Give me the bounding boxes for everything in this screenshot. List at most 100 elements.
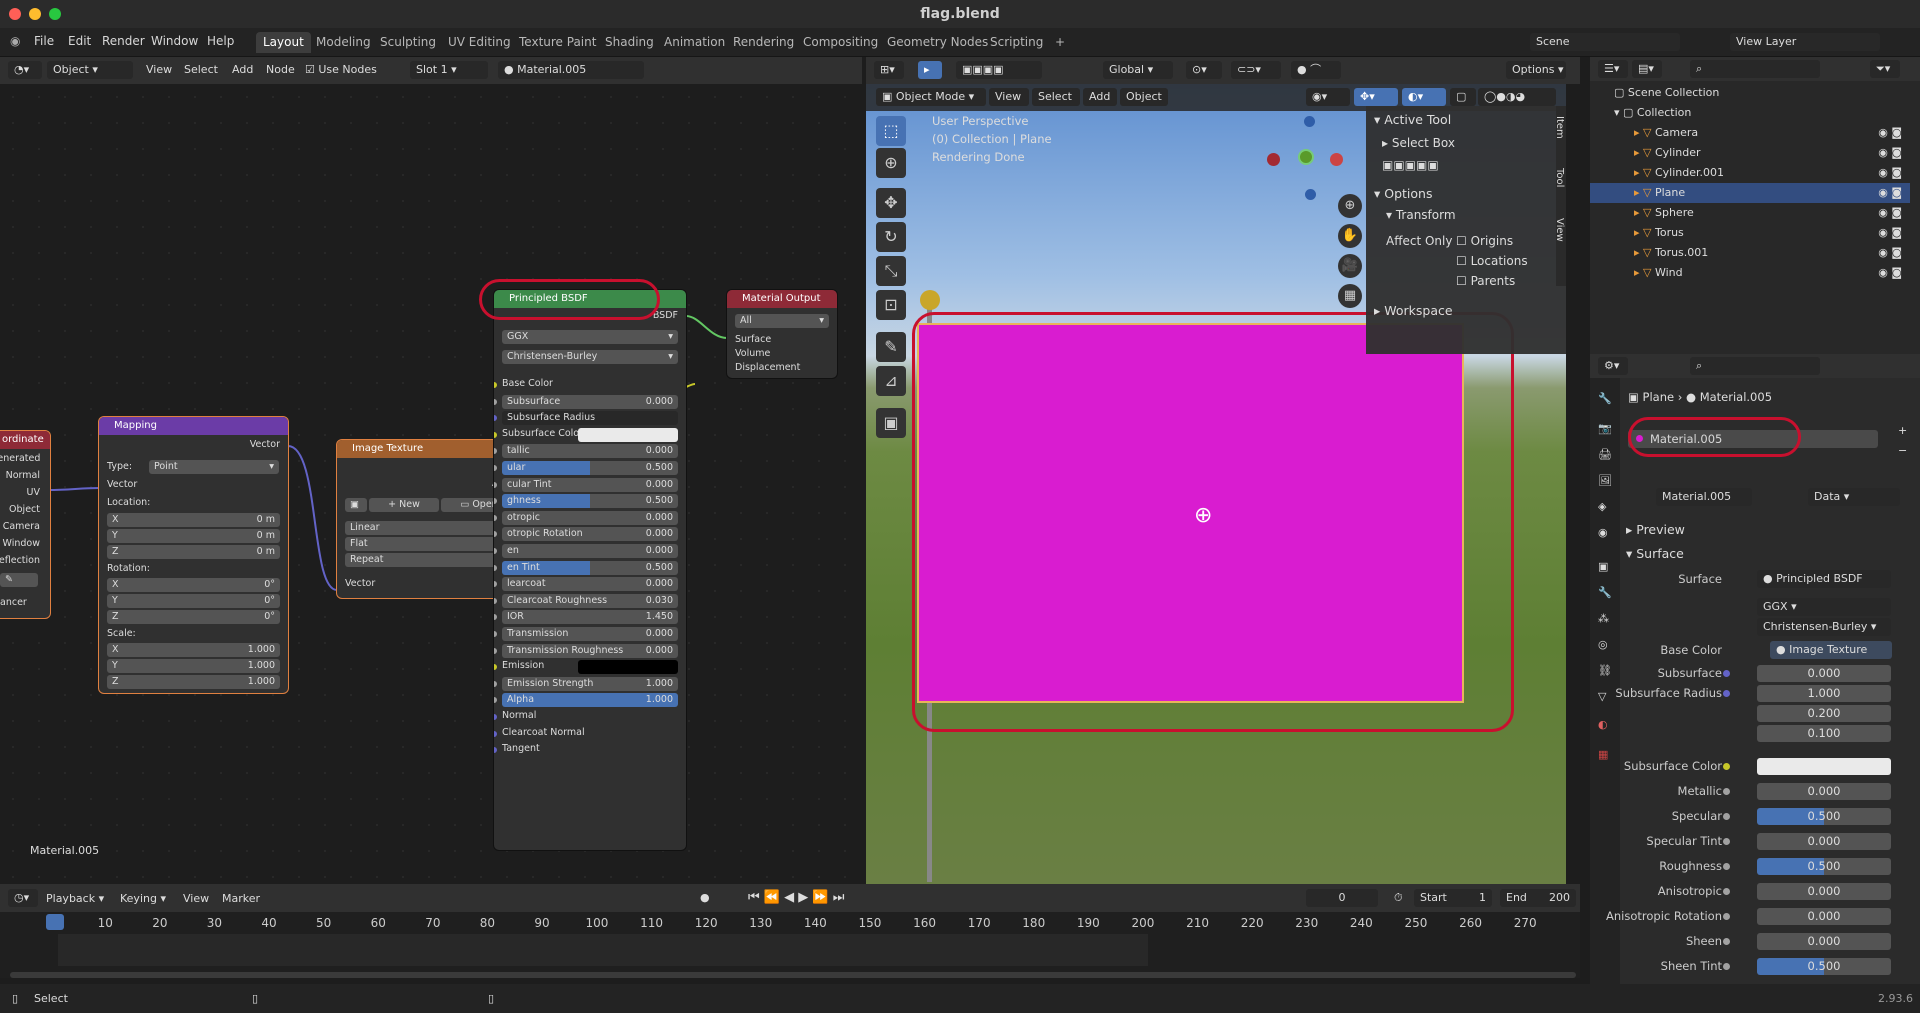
3d-viewport[interactable]: ▣ Object Mode ▾ View Select Add Object ◉… [866, 84, 1566, 884]
bsdf-row[interactable]: Subsurface 0.000 [494, 394, 686, 410]
property-field[interactable]: 1.000 [1757, 685, 1891, 702]
tab-layout[interactable]: Layout [256, 32, 311, 53]
bsdf-row[interactable]: Subsurface Radius [494, 411, 686, 426]
bsdf-row[interactable]: IOR 1.450 [494, 610, 686, 625]
scale-x[interactable]: X 1.000 [107, 643, 280, 657]
socket-icon[interactable] [494, 448, 497, 455]
socket-icon[interactable] [1723, 938, 1730, 945]
minimize-window-button[interactable] [29, 8, 41, 20]
gizmo-icon[interactable]: ✥▾ [1354, 88, 1398, 106]
world-tab-icon[interactable]: ◉ [1598, 526, 1608, 539]
distribution-dropdown[interactable]: GGX ▾ [1757, 598, 1891, 616]
annotate-tool-icon[interactable]: ✎ [876, 332, 906, 362]
bsdf-value-field[interactable]: en Tint 0.500 [502, 560, 678, 575]
physics-tab-icon[interactable]: ◎ [1598, 638, 1608, 651]
property-field[interactable]: 0.000 [1757, 883, 1891, 900]
close-window-button[interactable] [9, 8, 21, 20]
outliner-editor-type-icon[interactable]: ☰▾ [1598, 60, 1628, 78]
particles-tab-icon[interactable]: ⁂ [1598, 612, 1609, 625]
outliner-item[interactable]: ▸ ▽ Torus ◉ ◙ [1590, 223, 1910, 243]
object-mode-dropdown[interactable]: Object ▾ [47, 61, 133, 79]
vp-menu-view[interactable]: View [989, 88, 1029, 106]
bsdf-value-field[interactable]: otropic 0.000 [502, 510, 678, 525]
color-swatch[interactable] [578, 427, 678, 442]
xray-icon[interactable]: ▢ [1450, 88, 1476, 106]
shading-mode-icons[interactable]: ◯●◑◕ [1478, 88, 1556, 106]
keying-menu[interactable]: Keying ▾ [120, 892, 166, 905]
socket-icon[interactable] [1723, 838, 1730, 845]
timeline-area[interactable]: 0102030405060708090100110120130140150160… [0, 912, 1580, 978]
playback-controls[interactable]: ⏮ ⏪ ◀ ▶ ⏩ ⏭ [748, 890, 844, 905]
socket-icon[interactable] [494, 514, 497, 521]
timeline-editor-type-icon[interactable]: ◷▾ [8, 889, 38, 907]
bsdf-row[interactable]: learcoat 0.000 [494, 577, 686, 592]
visibility-toggle-icon[interactable]: ◉ ◙ [1878, 263, 1902, 283]
render-tab-icon[interactable]: 📷 [1598, 422, 1612, 435]
socket-icon[interactable] [494, 382, 497, 388]
outliner-item[interactable]: ▸ ▽ Sphere ◉ ◙ [1590, 203, 1910, 223]
property-field[interactable]: 0.000 [1757, 783, 1891, 800]
subsurface-method-dropdown[interactable]: Christensen-Burley ▾ [502, 350, 678, 364]
bsdf-value-field[interactable]: otropic Rotation 0.000 [502, 527, 678, 542]
socket-icon[interactable] [494, 398, 497, 405]
node-menu-view[interactable]: View [146, 63, 172, 76]
record-icon[interactable]: ● [700, 891, 710, 904]
bsdf-row[interactable]: Clearcoat Roughness 0.030 [494, 593, 686, 609]
bsdf-row[interactable]: Normal [494, 710, 686, 725]
tab-scripting[interactable]: Scripting [983, 32, 1050, 53]
frame-ruler[interactable]: 0102030405060708090100110120130140150160… [0, 916, 1580, 932]
filter-icon[interactable]: ⏷▾ [1870, 60, 1900, 78]
remove-slot-icon[interactable]: − [1898, 444, 1907, 457]
property-field[interactable]: 0.000 [1757, 833, 1891, 850]
socket-icon[interactable] [494, 614, 497, 621]
socket-icon[interactable] [494, 498, 497, 505]
bsdf-row[interactable]: otropic 0.000 [494, 510, 686, 526]
location-z[interactable]: Z0 m [107, 545, 280, 559]
scale-y[interactable]: Y 1.000 [107, 659, 280, 673]
select-box-tool[interactable]: ▸ Select Box [1382, 136, 1455, 150]
tab-sculpting[interactable]: Sculpting [373, 32, 443, 53]
bsdf-row[interactable]: Emission Strength 1.000 [494, 676, 686, 692]
measure-tool-icon[interactable]: ⊿ [876, 366, 906, 396]
timeline-view-menu[interactable]: View [183, 892, 209, 905]
socket-icon[interactable] [494, 465, 497, 471]
outliner-item[interactable]: ▸ ▽ Plane ◉ ◙ [1590, 183, 1910, 203]
socket-icon[interactable] [494, 481, 497, 488]
surface-shader-selector[interactable]: ● Principled BSDF [1757, 570, 1891, 588]
outliner[interactable]: ☰▾ ▤▾ ⌕ ⏷▾ ▢ Scene Collection ▾ ▢ Collec… [1590, 57, 1920, 354]
bsdf-value-field[interactable]: cular Tint 0.000 [502, 477, 678, 492]
scale-z[interactable]: Z 1.000 [107, 675, 280, 689]
end-frame-field[interactable]: End 200 [1500, 889, 1576, 907]
location-y[interactable]: Y0 m [107, 529, 280, 543]
rotation-x[interactable]: X 0° [107, 578, 280, 592]
location-x[interactable]: X0 m [107, 513, 280, 527]
bsdf-row[interactable]: Alpha 1.000 [494, 693, 686, 708]
view-layer-tab-icon[interactable]: 🖼 [1598, 474, 1612, 487]
bsdf-value-field[interactable]: tallic 0.000 [502, 444, 678, 459]
scene-collection-row[interactable]: ▢ Scene Collection [1590, 83, 1910, 103]
outliner-item[interactable]: ▸ ▽ Wind ◉ ◙ [1590, 263, 1910, 283]
ortho-grid-icon[interactable]: ▦ [1338, 284, 1362, 308]
workspace-header[interactable]: ▸ Workspace [1374, 303, 1453, 318]
material-output-node[interactable]: Material Output All ▾ Surface Volume Disp… [727, 290, 837, 378]
camera-view-icon[interactable]: 🎥 [1338, 254, 1362, 278]
visibility-toggle-icon[interactable]: ◉ ◙ [1878, 203, 1902, 223]
select-mode-icons[interactable]: ▣▣▣▣ [956, 61, 1042, 79]
socket-icon[interactable] [494, 581, 497, 588]
proportional-edit-icon[interactable]: ● ⌒ [1291, 61, 1341, 79]
outliner-item[interactable]: ▸ ▽ Cylinder ◉ ◙ [1590, 143, 1910, 163]
menu-file[interactable]: File [34, 34, 54, 48]
object-tab-icon[interactable]: ▣ [1598, 560, 1608, 573]
collection-row[interactable]: ▾ ▢ Collection [1590, 103, 1910, 123]
vp-menu-object[interactable]: Object [1120, 88, 1168, 106]
tab-uv-editing[interactable]: UV Editing [441, 32, 518, 53]
modifier-tab-icon[interactable]: 🔧 [1598, 586, 1612, 599]
transform-subheader[interactable]: ▾ Transform [1386, 208, 1456, 222]
bsdf-row[interactable]: en Tint 0.500 [494, 560, 686, 576]
bsdf-value-field[interactable]: IOR 1.450 [502, 610, 678, 625]
bsdf-row[interactable]: Emission [494, 660, 686, 675]
property-field[interactable]: 0.000 [1757, 908, 1891, 925]
material-selector[interactable]: ● Material.005 [498, 61, 644, 79]
properties-search-input[interactable]: ⌕ [1690, 357, 1820, 375]
socket-icon[interactable] [1723, 888, 1730, 895]
